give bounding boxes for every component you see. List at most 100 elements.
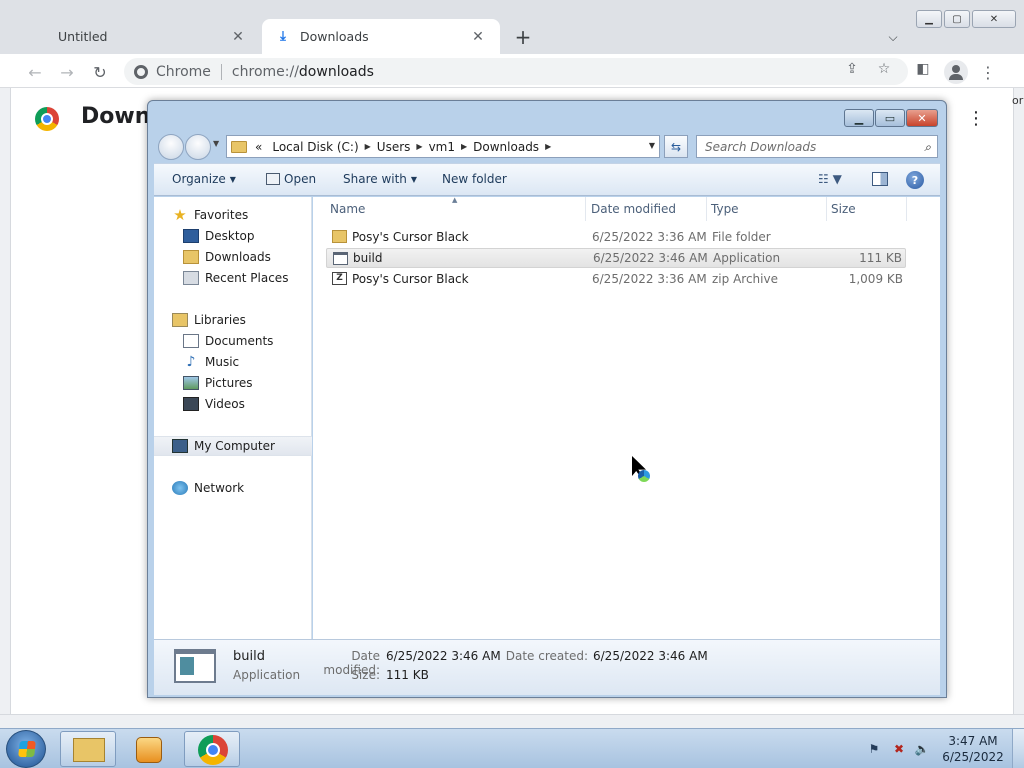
explorer-search-input[interactable]: Search Downloads ⌕: [696, 135, 938, 158]
explorer-back-icon[interactable]: [158, 134, 184, 160]
chrome-window-controls: ▁ ▢ ✕: [916, 10, 1016, 28]
network-icon: [172, 481, 188, 495]
share-with-button[interactable]: Share with ▼: [343, 172, 417, 186]
nav-videos[interactable]: Videos: [154, 394, 312, 414]
file-row[interactable]: Posy's Cursor Black 6/25/2022 3:36 AM Fi…: [326, 227, 906, 247]
explorer-forward-icon[interactable]: [185, 134, 211, 160]
application-icon: [333, 252, 348, 265]
tab-untitled[interactable]: Untitled ✕: [14, 19, 260, 54]
nav-my-computer[interactable]: My Computer: [154, 436, 312, 456]
chevron-down-icon: ▼: [229, 174, 236, 184]
system-clock[interactable]: 3:47 AM 6/25/2022: [938, 733, 1008, 765]
new-tab-button[interactable]: +: [510, 24, 536, 50]
preview-pane-icon[interactable]: [872, 172, 888, 186]
file-list: ▲ Name Date modified Type Size Posy's Cu…: [313, 196, 940, 639]
column-header-name[interactable]: Name: [326, 197, 586, 221]
breadcrumb-local-disk[interactable]: Local Disk (C:): [268, 140, 364, 154]
open-button[interactable]: Open: [266, 172, 316, 186]
address-separator: [220, 63, 222, 80]
column-header-date-modified[interactable]: Date modified: [587, 197, 707, 221]
breadcrumb-arrow-icon[interactable]: ▶: [545, 142, 553, 151]
file-date: 6/25/2022 3:36 AM: [592, 230, 707, 244]
column-header-size[interactable]: Size: [827, 197, 907, 221]
chrome-minimize-button[interactable]: ▁: [916, 10, 942, 28]
documents-icon: [183, 334, 199, 348]
address-bar[interactable]: Chrome chrome://downloads: [124, 58, 908, 85]
breadcrumb-users[interactable]: Users: [373, 140, 417, 154]
search-icon[interactable]: ⌕: [924, 140, 931, 155]
taskbar-media-player-button[interactable]: [121, 731, 177, 767]
back-arrow-icon[interactable]: ←: [24, 61, 46, 83]
new-folder-button[interactable]: New folder: [442, 172, 507, 186]
network-disconnected-icon[interactable]: ✖: [891, 741, 907, 757]
file-row[interactable]: build 6/25/2022 3:46 AM Application 111 …: [326, 248, 906, 268]
column-header-type[interactable]: Type: [707, 197, 827, 221]
tab-search-chevron-down-icon[interactable]: ⌵: [882, 26, 904, 48]
breadcrumb-arrow-icon[interactable]: ▶: [461, 142, 469, 151]
nav-documents[interactable]: Documents: [154, 331, 312, 351]
computer-icon: [172, 439, 188, 453]
explorer-folder-icon: [73, 738, 105, 762]
busy-spinner-icon: [638, 470, 650, 482]
file-date: 6/25/2022 3:46 AM: [593, 251, 708, 265]
zip-archive-icon: Z: [332, 272, 347, 285]
chrome-maximize-button[interactable]: ▢: [944, 10, 970, 28]
recent-pages-chevron-down-icon[interactable]: ▼: [213, 139, 219, 148]
explorer-refresh-icon[interactable]: ⇆: [664, 135, 688, 158]
explorer-maximize-button[interactable]: ▭: [875, 109, 905, 127]
nav-downloads[interactable]: Downloads: [154, 247, 312, 267]
explorer-close-button[interactable]: ✕: [906, 109, 938, 127]
help-icon[interactable]: ?: [906, 171, 924, 189]
nav-libraries[interactable]: Libraries: [154, 310, 312, 330]
chrome-logo-icon: [35, 107, 59, 131]
tab-untitled-close-icon[interactable]: ✕: [230, 29, 246, 45]
bookmark-star-icon[interactable]: ☆: [873, 58, 895, 80]
taskbar-chrome-button[interactable]: [184, 731, 240, 767]
nav-recent-places[interactable]: Recent Places: [154, 268, 312, 288]
nav-documents-label: Documents: [205, 334, 274, 348]
chrome-close-button[interactable]: ✕: [972, 10, 1016, 28]
nav-videos-label: Videos: [205, 397, 245, 411]
show-desktop-button[interactable]: [1012, 729, 1024, 768]
nav-pictures[interactable]: Pictures: [154, 373, 312, 393]
reload-icon[interactable]: ↻: [89, 61, 111, 83]
breadcrumb-arrow-icon[interactable]: ▶: [365, 142, 373, 151]
tab-downloads-close-icon[interactable]: ✕: [470, 29, 486, 45]
taskbar-explorer-button[interactable]: [60, 731, 116, 767]
music-note-icon: ♪: [186, 354, 196, 370]
media-player-icon: [136, 737, 162, 763]
tab-downloads[interactable]: ⤓ Downloads ✕: [262, 19, 500, 54]
tab-untitled-label: Untitled: [58, 29, 108, 44]
profile-avatar-icon[interactable]: [944, 60, 968, 84]
details-date-created-label: Date created:: [505, 649, 588, 663]
organize-button[interactable]: Organize ▼: [172, 172, 236, 186]
windows-logo-icon: [18, 741, 36, 757]
nav-pictures-label: Pictures: [205, 376, 253, 390]
change-view-icon[interactable]: ☷ ▼: [818, 172, 842, 186]
volume-icon[interactable]: 🔈: [914, 741, 930, 757]
share-icon[interactable]: ⇪: [841, 58, 863, 80]
chrome-menu-icon[interactable]: ⋮: [978, 60, 998, 84]
breadcrumb-overflow[interactable]: «: [251, 140, 268, 154]
breadcrumb-vm1[interactable]: vm1: [425, 140, 461, 154]
side-panel-icon[interactable]: ◧: [912, 58, 934, 80]
nav-music[interactable]: ♪ Music: [154, 352, 312, 372]
nav-favorites[interactable]: ★ Favorites: [154, 205, 312, 225]
breadcrumb-downloads[interactable]: Downloads: [469, 140, 545, 154]
explorer-address-bar[interactable]: « Local Disk (C:) ▶ Users ▶ vm1 ▶ Downlo…: [226, 135, 660, 158]
nav-favorites-label: Favorites: [194, 208, 249, 222]
nav-desktop[interactable]: Desktop: [154, 226, 312, 246]
breadcrumb-arrow-icon[interactable]: ▶: [416, 142, 424, 151]
details-size: 111 KB: [386, 668, 429, 682]
nav-network[interactable]: Network: [154, 478, 312, 498]
nav-desktop-label: Desktop: [205, 229, 255, 243]
start-button[interactable]: [6, 730, 46, 768]
nav-my-computer-label: My Computer: [194, 439, 275, 453]
explorer-minimize-button[interactable]: ▁: [844, 109, 874, 127]
address-url-path: downloads: [298, 63, 374, 80]
forward-arrow-icon[interactable]: →: [56, 61, 78, 83]
downloads-page-menu-icon[interactable]: ⋮: [966, 106, 986, 130]
address-history-chevron-down-icon[interactable]: ▼: [649, 141, 655, 150]
file-row[interactable]: Z Posy's Cursor Black 6/25/2022 3:36 AM …: [326, 269, 906, 289]
action-center-icon[interactable]: ⚑: [866, 741, 882, 757]
